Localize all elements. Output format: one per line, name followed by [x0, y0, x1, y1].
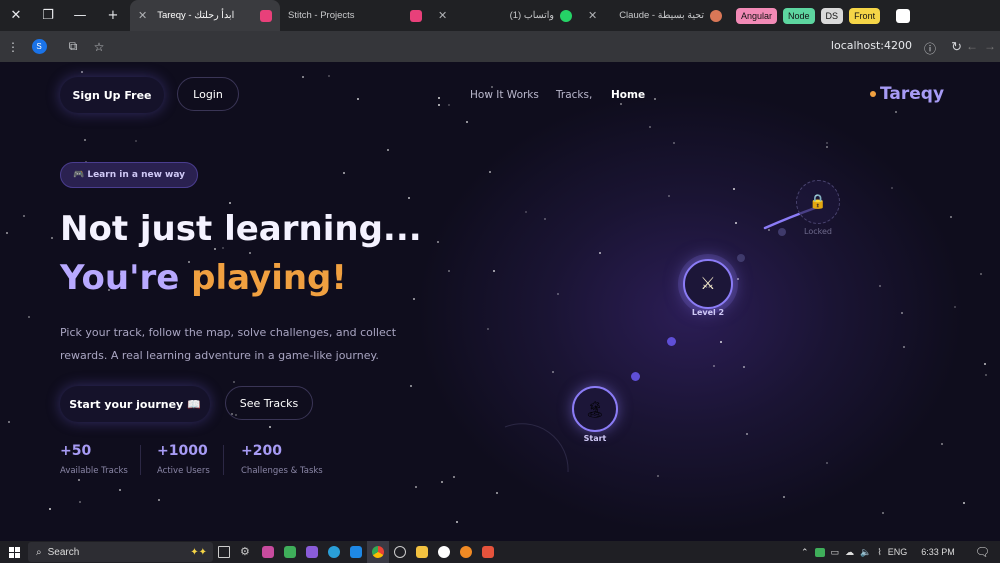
taskbar-search[interactable]: ⌕ Search ✦✦: [28, 542, 213, 562]
tab-close-icon[interactable]: ✕: [438, 9, 447, 22]
task-view-icon[interactable]: [213, 541, 235, 563]
tab-title: Stitch - Projects: [288, 10, 355, 21]
lock-icon: 🔒: [809, 194, 827, 210]
file-explorer-icon[interactable]: [411, 541, 433, 563]
tab-stitch[interactable]: Stitch - Projects: [280, 0, 430, 31]
bookmark-star-icon[interactable]: ☆: [86, 31, 112, 62]
reload-icon[interactable]: ↻: [951, 39, 962, 55]
journey-map-path: [504, 206, 817, 473]
pinned-app-icon[interactable]: [896, 8, 911, 23]
restore-icon[interactable]: ❐: [32, 0, 64, 31]
tab-group-ds[interactable]: DS: [820, 7, 844, 24]
tab-group-angular[interactable]: Angular: [736, 7, 778, 24]
volume-icon[interactable]: 🔈: [860, 547, 871, 558]
visual-studio-icon[interactable]: [301, 541, 323, 563]
claude-favicon-icon: [710, 9, 722, 22]
app-icon[interactable]: [433, 541, 455, 563]
vscode-icon[interactable]: [345, 541, 367, 563]
map-node-start[interactable]: 🏝: [572, 386, 618, 432]
network-icon[interactable]: ▭: [831, 547, 840, 558]
map-node-start-label: Start: [583, 434, 607, 443]
windows-taskbar: ⌕ Search ✦✦ ⚙ ⌃ ▭ ☁ 🔈 ⌇ ENG 6:33 PM 🗨: [0, 541, 1000, 563]
clock[interactable]: 6:33 PM: [921, 547, 955, 557]
stitch-favicon-icon: [410, 9, 422, 22]
settings-gear-icon[interactable]: ⚙: [235, 541, 257, 563]
path-dot: [631, 372, 640, 381]
chevron-up-icon[interactable]: ⌃: [801, 547, 809, 558]
sparkle-icon: ✦✦: [190, 546, 207, 558]
back-icon[interactable]: ←: [966, 39, 978, 53]
minimize-icon[interactable]: —: [64, 0, 96, 31]
app-icon[interactable]: [257, 541, 279, 563]
crossed-swords-icon: ⚔: [700, 274, 716, 294]
profile-avatar[interactable]: S: [26, 31, 52, 62]
tab-title: Claude - تحية بسيطة: [619, 10, 704, 21]
whatsapp-favicon-icon: [560, 9, 572, 22]
map-node-locked-label: Locked: [804, 227, 832, 236]
windows-start-icon[interactable]: [0, 541, 28, 563]
island-icon: 🏝: [584, 399, 606, 419]
notification-icon[interactable]: 🗨: [975, 545, 990, 559]
map-node-level2-label: Level 2: [691, 308, 725, 317]
tab-title: (1) واتساب: [509, 10, 554, 21]
close-icon[interactable]: ✕: [0, 0, 32, 31]
angular-favicon-icon: [260, 9, 272, 22]
address-bar[interactable]: localhost:4200: [831, 39, 912, 52]
tab-claude[interactable]: ✕ Claude - تحية بسيطة: [580, 0, 730, 31]
forward-icon[interactable]: →: [984, 39, 996, 53]
search-icon: ⌕: [36, 546, 42, 558]
path-dot: [778, 228, 786, 236]
tab-group-front[interactable]: Front: [849, 7, 881, 24]
chrome-icon[interactable]: [367, 541, 389, 563]
tab-tareqy[interactable]: ✕ Tareqy - ابدأ رحلتك: [130, 0, 280, 31]
new-tab-icon[interactable]: +: [96, 0, 130, 31]
app-icon[interactable]: [455, 541, 477, 563]
tab-title: Tareqy - ابدأ رحلتك: [157, 10, 235, 21]
tab-whatsapp[interactable]: ✕ (1) واتساب: [430, 0, 580, 31]
browser-tab-strip: ✕ ❐ — + ✕ Tareqy - ابدأ رحلتك Stitch - P…: [0, 0, 1000, 31]
app-icon[interactable]: [279, 541, 301, 563]
map-node-locked: 🔒: [796, 180, 840, 224]
edge-icon[interactable]: [323, 541, 345, 563]
tab-group-node[interactable]: Node: [783, 7, 815, 24]
menu-icon[interactable]: ⋮: [0, 31, 26, 62]
tab-close-icon[interactable]: ✕: [138, 9, 147, 22]
tray-app-icon[interactable]: [814, 547, 825, 557]
landing-page: Sign Up Free Login How It Works Tracks, …: [0, 62, 1000, 541]
map-node-level2[interactable]: ⚔: [683, 259, 733, 309]
extensions-icon[interactable]: ⧉: [60, 31, 86, 62]
path-dot: [667, 337, 676, 346]
cloud-icon[interactable]: ☁: [845, 547, 854, 558]
wifi-icon[interactable]: ⌇: [877, 547, 881, 558]
app-icon[interactable]: [477, 541, 499, 563]
chatgpt-icon[interactable]: [389, 541, 411, 563]
language-indicator[interactable]: ENG: [888, 547, 908, 557]
site-info-icon[interactable]: ⓘ: [924, 40, 936, 57]
tab-close-icon[interactable]: ✕: [588, 9, 597, 22]
path-dot: [737, 254, 745, 262]
